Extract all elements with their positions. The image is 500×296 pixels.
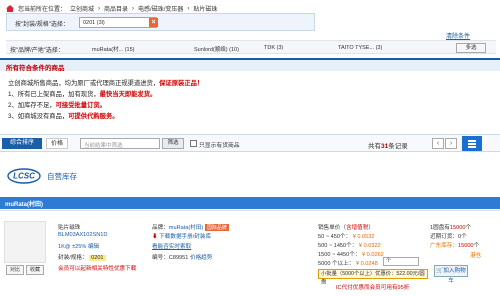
sort-price-button[interactable]: 价格: [46, 138, 68, 149]
brand-option-taito[interactable]: TAITO TYSE... (3): [338, 45, 382, 51]
download-icon: ⬇: [152, 234, 158, 240]
stock-reel: 1圆盘有15000个: [430, 225, 472, 231]
stock-near: 近期订货：0个: [430, 234, 467, 240]
chevron-right-icon: ›: [187, 5, 190, 12]
price-tier-4: 5000 个以上： ¥ 0.0248: [318, 261, 378, 267]
brand-filter-row: 按"品牌/产地"选择： muRata(村... (15) Sunlord(顺络)…: [6, 40, 496, 54]
prev-page-button[interactable]: ‹: [432, 138, 444, 149]
section-title-bar: 所有符合条件的商品: [0, 58, 500, 72]
price-tier-3: 1500 ~ 4450个： ¥ 0.0262: [318, 252, 384, 258]
lcsc-logo-text: LCSC: [13, 172, 35, 181]
notice-line-2: 1、所有已上架商品，加有现货，最快当天即能发货。: [8, 91, 157, 98]
active-filter-box: 按"封装/规格"选择： 0201 (3l) ×: [6, 13, 315, 31]
clear-conditions-link[interactable]: 清除条件: [446, 31, 470, 40]
stock-guangdong: 广东库存：15000个: [430, 243, 480, 249]
brand-option-murata[interactable]: muRata(村... (15): [92, 45, 134, 53]
price-trend-link[interactable]: 价格趋势: [190, 255, 212, 261]
product-thumbnail[interactable]: [4, 221, 46, 263]
package-spec: 封装/规格： 0201: [58, 255, 106, 261]
brand-filter-label: 按"品牌/产地"选择：: [10, 48, 64, 54]
quantity-input[interactable]: 个: [383, 257, 419, 266]
member-note: 会员可以起新相关特性优惠下载: [58, 266, 137, 272]
price-title: 销售单价（含增值税）: [318, 225, 374, 231]
stock-only-checkbox[interactable]: [190, 140, 197, 147]
notice-line-1: 立创商城所售商品，均为原厂或代理商正规渠道进货，保证原装正品！: [8, 80, 204, 87]
result-count: 共有31条记录: [368, 143, 408, 150]
chevron-right-icon: ›: [98, 5, 101, 12]
brand-bar: muRata(村田): [0, 197, 500, 209]
filter-button[interactable]: 筛选: [162, 138, 184, 149]
sort-default-button[interactable]: 综合排序: [2, 138, 42, 149]
product-brand: 品牌：muRata(村田) 国际品牌: [152, 224, 229, 231]
supplier-row: LCSC 自营库存: [0, 164, 500, 188]
product-rating: 1K@ ±25% 编辑: [58, 244, 100, 250]
section-title: 所有符合条件的商品: [6, 65, 65, 72]
favorite-button[interactable]: 收藏: [26, 265, 44, 275]
multi-select-button[interactable]: 多选: [456, 43, 486, 53]
product-code: 编号：C89951 价格趋势: [152, 255, 213, 261]
brand-option-sunlord[interactable]: Sunlord(顺络) (10): [194, 45, 239, 53]
bulk-price-note: 小批量（5000个以上）优惠价：522.00元/圆盘: [318, 269, 428, 285]
filter-value-input[interactable]: 0201 (3l): [79, 17, 157, 28]
home-icon: [6, 5, 14, 12]
breadcrumb-item-home[interactable]: 立创商城: [70, 4, 94, 13]
notice-line-4: 3、如商城没有商品，可提供代购服务。: [8, 113, 119, 120]
brand-bar-label: muRata(村田): [5, 202, 44, 208]
datasheet-link[interactable]: ⬇ 下载数据手册/封装库: [152, 232, 211, 240]
custom-request-link[interactable]: 看能否实时索取: [152, 242, 191, 250]
compare-button[interactable]: 对比: [6, 265, 24, 275]
result-filter-input[interactable]: 当前结果中筛选: [80, 138, 160, 149]
menu-icon[interactable]: [462, 136, 482, 151]
results-toolbar: 综合排序 价格 当前结果中筛选 筛选 只显示有货商品 共有31条记录 ‹ ›: [0, 134, 500, 152]
product-part-number[interactable]: BLM03AX102SN1D: [58, 232, 107, 238]
next-page-button[interactable]: ›: [445, 138, 457, 149]
breadcrumb-item-category[interactable]: 电感/磁珠/变压器: [138, 4, 183, 13]
chevron-right-icon: ›: [132, 5, 135, 12]
price-tier-1: 50 ~ 450个： ¥ 0.0532: [318, 234, 375, 240]
supplier-name: 自营库存: [47, 172, 77, 181]
promo-text: IC代付优惠而会员可用有95折: [336, 285, 410, 291]
breadcrumb-prefix: 您当前所在位置：: [18, 7, 67, 13]
price-tier-2: 500 ~ 1450个： ¥ 0.0322: [318, 243, 381, 249]
stock-only-label: 只显示有货商品: [199, 143, 240, 149]
add-to-cart-button[interactable]: 🛒加入购物车: [434, 265, 468, 284]
stock-hk: 港仓: [470, 253, 482, 259]
brand-option-tdk[interactable]: TDK (3): [264, 45, 283, 51]
remove-filter-close-icon[interactable]: ×: [149, 18, 158, 27]
breadcrumb-item-subcategory[interactable]: 贴片磁珠: [193, 4, 217, 13]
notice-line-3: 2、加库存不足，可接受批量订货。: [8, 102, 106, 109]
product-category: 贴片磁珠: [58, 225, 81, 231]
lcsc-logo: LCSC: [7, 168, 41, 184]
filter-label: 按"封装/规格"选择：: [15, 22, 69, 28]
breadcrumb-item-catalog[interactable]: 商品目录: [104, 4, 128, 13]
product-card: 对比 收藏 贴片磁珠 BLM03AX102SN1D 1K@ ±25% 编辑 封装…: [0, 210, 500, 296]
